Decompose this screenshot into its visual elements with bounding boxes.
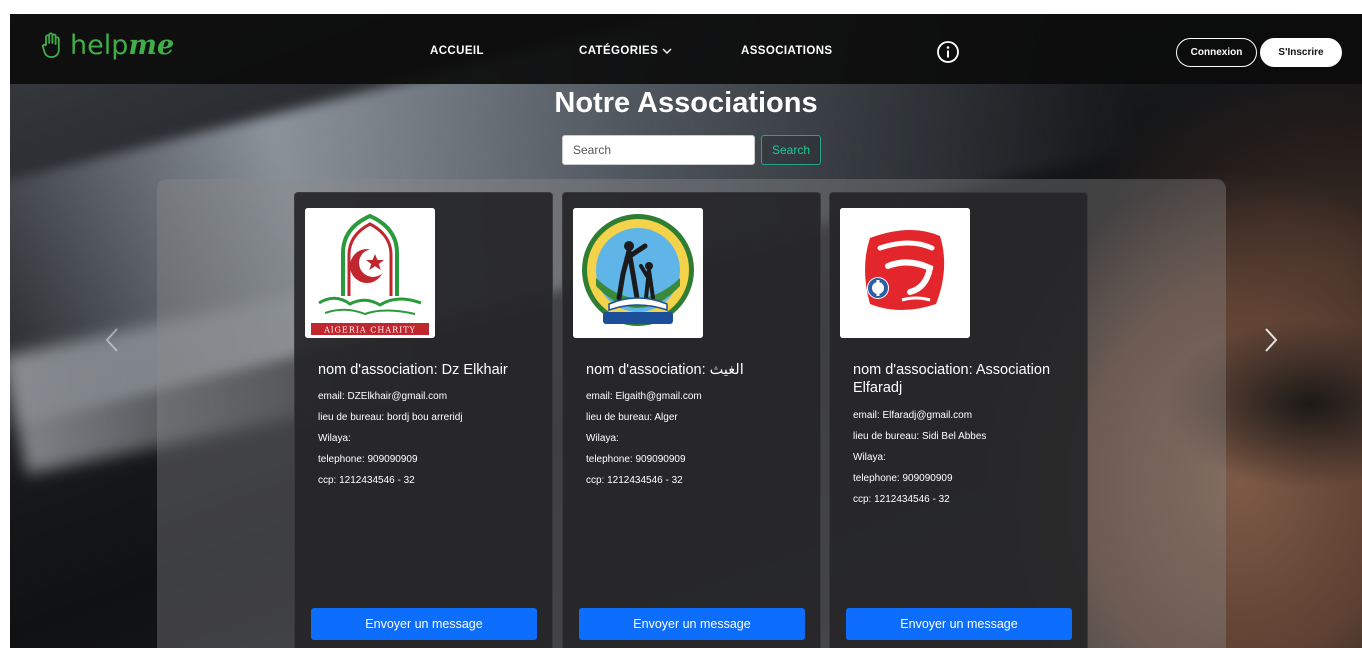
association-ccp: ccp: 1212434546 - 32: [853, 494, 950, 505]
association-office: lieu de bureau: Alger: [586, 412, 678, 423]
association-name: nom d'association: الغيث: [586, 362, 744, 378]
info-icon[interactable]: [936, 40, 960, 64]
association-telephone: telephone: 909090909: [586, 454, 686, 465]
association-email: email: DZElkhair@gmail.com: [318, 391, 448, 402]
association-ccp: ccp: 1212434546 - 32: [586, 475, 683, 486]
association-logo: [840, 208, 970, 338]
association-wilaya: Wilaya:: [853, 452, 886, 463]
association-wilaya: Wilaya:: [586, 433, 619, 444]
association-ccp: ccp: 1212434546 - 32: [318, 475, 415, 486]
signup-button[interactable]: S'Inscrire: [1260, 38, 1342, 67]
page-title: Notre Associations: [554, 87, 818, 119]
logo-caption: AlGERIA CHARITY: [323, 326, 416, 335]
brand-logo[interactable]: help me: [40, 30, 174, 61]
association-logo: AlGERIA CHARITY: [305, 208, 435, 338]
chevron-down-icon: [662, 48, 672, 54]
association-card: nom d'association: Association Elfaradj …: [829, 192, 1088, 648]
chevron-right-icon[interactable]: [1262, 326, 1280, 354]
association-details: email: Elgaith@gmail.com lieu de bureau:…: [586, 386, 811, 491]
association-details: email: DZElkhair@gmail.com lieu de burea…: [318, 386, 543, 491]
brand-name: help: [70, 30, 129, 61]
nav-categories[interactable]: CATÉGORIES: [579, 45, 673, 57]
hand-icon: [41, 32, 60, 58]
association-card: AlGERIA CHARITY nom d'association: Dz El…: [294, 192, 553, 648]
send-message-button[interactable]: Envoyer un message: [846, 608, 1072, 640]
nav-accueil[interactable]: ACCUEIL: [430, 45, 484, 57]
association-email: email: Elfaradj@gmail.com: [853, 410, 973, 421]
association-telephone: telephone: 909090909: [853, 473, 953, 484]
association-card: nom d'association: الغيث email: Elgaith@…: [562, 192, 821, 648]
navbar: help me ACCUEIL CATÉGORIES ASSOCIATIONS …: [10, 14, 1362, 84]
chevron-left-icon[interactable]: [103, 326, 121, 354]
association-office: lieu de bureau: bordj bou arreridj: [318, 412, 463, 423]
search-input[interactable]: [562, 135, 755, 165]
association-telephone: telephone: 909090909: [318, 454, 418, 465]
page-frame: help me ACCUEIL CATÉGORIES ASSOCIATIONS …: [10, 14, 1362, 648]
send-message-button[interactable]: Envoyer un message: [311, 608, 537, 640]
nav-categories-label: CATÉGORIES: [579, 45, 659, 57]
nav-associations[interactable]: ASSOCIATIONS: [741, 45, 832, 57]
association-logo: [573, 208, 703, 338]
search-button[interactable]: Search: [761, 135, 821, 165]
association-details: email: Elfaradj@gmail.com lieu de bureau…: [853, 405, 1078, 510]
association-wilaya: Wilaya:: [318, 433, 351, 444]
send-message-button[interactable]: Envoyer un message: [579, 608, 805, 640]
association-name: nom d'association: Association Elfaradj: [853, 362, 1051, 396]
association-office: lieu de bureau: Sidi Bel Abbes: [853, 431, 987, 442]
association-name: nom d'association: Dz Elkhair: [318, 362, 508, 378]
login-button[interactable]: Connexion: [1176, 38, 1257, 67]
brand-name-bold: me: [128, 30, 175, 61]
association-email: email: Elgaith@gmail.com: [586, 391, 702, 402]
